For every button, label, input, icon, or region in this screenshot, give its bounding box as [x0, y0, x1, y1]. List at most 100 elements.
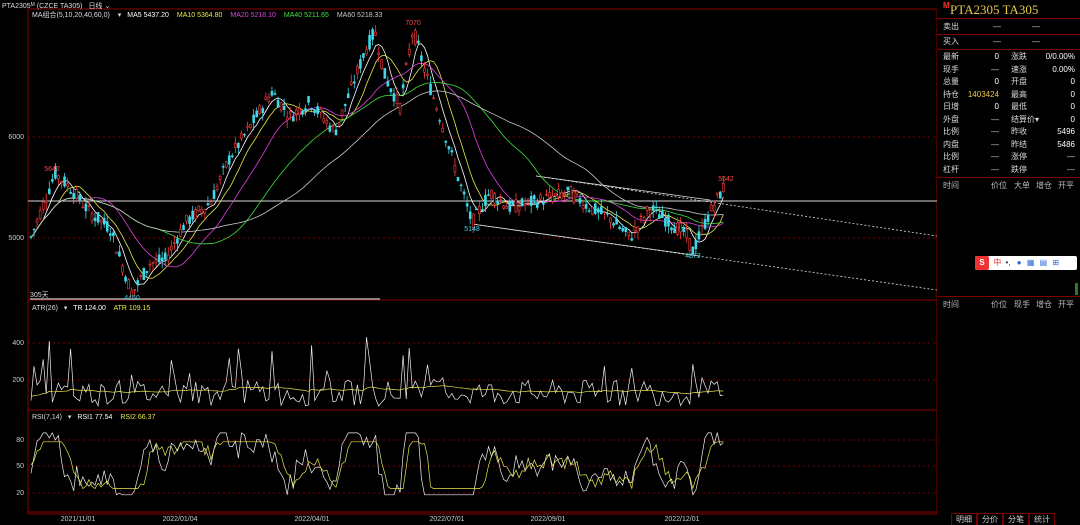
- candle-body[interactable]: [188, 216, 191, 224]
- candle-body[interactable]: [75, 189, 79, 199]
- candle-body[interactable]: [307, 96, 310, 103]
- candle-body[interactable]: [563, 193, 567, 196]
- candle-body[interactable]: [313, 109, 316, 114]
- candle-body[interactable]: [688, 238, 692, 251]
- candle-body[interactable]: [38, 210, 42, 219]
- candle-body[interactable]: [179, 228, 182, 237]
- keyboard-icon[interactable]: ▦: [1027, 256, 1035, 270]
- candle-body[interactable]: [57, 175, 60, 180]
- candle-body[interactable]: [398, 103, 402, 114]
- candle-body[interactable]: [432, 97, 435, 99]
- candle-body[interactable]: [197, 205, 201, 212]
- candle-body[interactable]: [127, 279, 130, 290]
- candle-body[interactable]: [365, 49, 368, 55]
- candle-body[interactable]: [526, 198, 530, 201]
- candle-body[interactable]: [709, 204, 713, 212]
- candle-body[interactable]: [459, 184, 463, 187]
- candle-body[interactable]: [600, 206, 603, 215]
- candle-body[interactable]: [502, 205, 506, 209]
- candle-body[interactable]: [182, 224, 185, 231]
- atr-legend[interactable]: ATR(26) ▾ TR 124.00 ATR 109.15: [32, 305, 150, 312]
- candle-body[interactable]: [349, 81, 353, 85]
- candle-body[interactable]: [420, 55, 423, 62]
- candle-body[interactable]: [215, 185, 219, 191]
- candle-body[interactable]: [173, 242, 176, 244]
- candle-body[interactable]: [435, 108, 438, 111]
- quote-title[interactable]: PTA2305 TA305: [950, 2, 1038, 18]
- candle-body[interactable]: [429, 83, 432, 95]
- candle-body[interactable]: [383, 68, 387, 79]
- candle-body[interactable]: [624, 227, 628, 232]
- candle-body[interactable]: [581, 205, 585, 210]
- candle-body[interactable]: [468, 211, 472, 219]
- candle-body[interactable]: [166, 254, 170, 261]
- candle-body[interactable]: [603, 211, 606, 214]
- candle-body[interactable]: [636, 226, 640, 233]
- candle-body[interactable]: [264, 96, 268, 101]
- tab-stats[interactable]: 统计: [1029, 513, 1055, 525]
- candle-body[interactable]: [145, 270, 149, 274]
- candle-body[interactable]: [203, 208, 207, 214]
- candle-body[interactable]: [679, 222, 682, 233]
- candle-body[interactable]: [304, 108, 307, 112]
- tab-detail[interactable]: 明细: [951, 513, 977, 525]
- candle-body[interactable]: [237, 142, 240, 148]
- candle-body[interactable]: [44, 200, 48, 203]
- candle-body[interactable]: [255, 110, 258, 118]
- candle-body[interactable]: [81, 206, 85, 209]
- candle-body[interactable]: [715, 192, 719, 195]
- candle-body[interactable]: [706, 215, 710, 222]
- candle-body[interactable]: [645, 206, 649, 211]
- candle-body[interactable]: [657, 214, 661, 219]
- candle-body[interactable]: [404, 62, 408, 65]
- apps-icon[interactable]: ⊞: [1052, 256, 1059, 270]
- candle-body[interactable]: [447, 146, 451, 150]
- ime-chinese-toggle[interactable]: 中: [993, 256, 1001, 270]
- candle-body[interactable]: [60, 181, 63, 183]
- candle-body[interactable]: [185, 214, 188, 222]
- candle-body[interactable]: [569, 186, 573, 199]
- candle-body[interactable]: [627, 231, 631, 236]
- candle-body[interactable]: [532, 195, 536, 200]
- candle-body[interactable]: [523, 203, 527, 206]
- candle-body[interactable]: [426, 73, 429, 76]
- candle-body[interactable]: [112, 232, 115, 237]
- candle-body[interactable]: [96, 212, 100, 223]
- candle-body[interactable]: [368, 34, 371, 50]
- candle-body[interactable]: [227, 155, 231, 165]
- candle-body[interactable]: [496, 200, 499, 205]
- candle-body[interactable]: [539, 194, 542, 200]
- candle-body[interactable]: [474, 208, 478, 211]
- candle-body[interactable]: [243, 133, 246, 136]
- candle-body[interactable]: [407, 48, 411, 55]
- candle-body[interactable]: [572, 191, 576, 203]
- candle-body[interactable]: [493, 193, 496, 204]
- candle-body[interactable]: [63, 176, 66, 187]
- scrollbar-thumb[interactable]: [1075, 283, 1078, 295]
- candle-body[interactable]: [84, 203, 88, 212]
- candle-body[interactable]: [99, 219, 103, 223]
- candle-body[interactable]: [417, 40, 420, 44]
- candle-body[interactable]: [478, 206, 481, 215]
- candle-body[interactable]: [261, 108, 265, 113]
- candle-body[interactable]: [465, 203, 469, 207]
- candle-body[interactable]: [206, 203, 210, 206]
- candle-body[interactable]: [291, 116, 295, 122]
- candle-body[interactable]: [648, 209, 652, 215]
- candle-body[interactable]: [694, 240, 698, 250]
- candle-body[interactable]: [362, 53, 365, 58]
- candle-body[interactable]: [346, 93, 350, 98]
- tick-column-header[interactable]: 开平: [1058, 299, 1074, 310]
- candle-body[interactable]: [170, 245, 173, 251]
- candle-body[interactable]: [288, 111, 292, 114]
- tick-column-header[interactable]: 价位: [991, 180, 1007, 191]
- candle-body[interactable]: [310, 108, 313, 110]
- candle-body[interactable]: [703, 219, 707, 229]
- candle-body[interactable]: [575, 191, 579, 195]
- candle-body[interactable]: [392, 93, 396, 102]
- candle-body[interactable]: [124, 276, 127, 282]
- candle-body[interactable]: [218, 176, 222, 181]
- candle-body[interactable]: [72, 193, 75, 199]
- candle-body[interactable]: [109, 233, 112, 236]
- candle-body[interactable]: [642, 216, 646, 221]
